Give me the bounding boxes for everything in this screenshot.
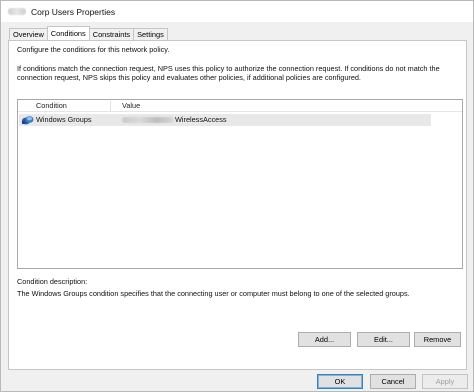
conditions-list[interactable]: Condition Value Windows Groups WirelessA… xyxy=(17,99,463,269)
properties-dialog: Corp Users Properties Overview Condition… xyxy=(0,0,474,392)
cancel-button[interactable]: Cancel xyxy=(370,374,416,389)
tab-overview[interactable]: Overview xyxy=(9,28,48,40)
description-text: The Windows Groups condition specifies t… xyxy=(17,289,410,298)
tab-strip: Overview Conditions Constraints Settings xyxy=(9,26,168,40)
title-bar: Corp Users Properties xyxy=(1,1,473,22)
tab-constraints[interactable]: Constraints xyxy=(88,28,135,40)
column-header-condition[interactable]: Condition xyxy=(36,100,67,112)
list-item[interactable]: Windows Groups WirelessAccess xyxy=(19,114,431,126)
tab-settings[interactable]: Settings xyxy=(133,28,168,40)
conditions-panel: Configure the conditions for this networ… xyxy=(8,40,467,370)
redacted-title-prefix xyxy=(8,8,26,15)
redacted-domain xyxy=(122,117,174,123)
row-value: WirelessAccess xyxy=(175,115,227,124)
explanation-line-2: connection request, NPS skips this polic… xyxy=(17,73,361,82)
list-header: Condition Value xyxy=(18,100,462,112)
edit-button[interactable]: Edit... xyxy=(357,332,410,347)
row-condition: Windows Groups xyxy=(36,115,92,124)
column-header-value[interactable]: Value xyxy=(122,100,140,112)
description-label: Condition description: xyxy=(17,277,88,286)
remove-button[interactable]: Remove xyxy=(414,332,461,347)
apply-button[interactable]: Apply xyxy=(422,374,468,389)
intro-text: Configure the conditions for this networ… xyxy=(17,45,170,54)
windows-groups-icon xyxy=(21,116,34,125)
add-button[interactable]: Add... xyxy=(298,332,351,347)
tab-conditions[interactable]: Conditions xyxy=(46,26,90,40)
column-divider[interactable] xyxy=(110,101,111,111)
ok-button[interactable]: OK xyxy=(317,374,363,389)
window-title: Corp Users Properties xyxy=(31,6,116,17)
